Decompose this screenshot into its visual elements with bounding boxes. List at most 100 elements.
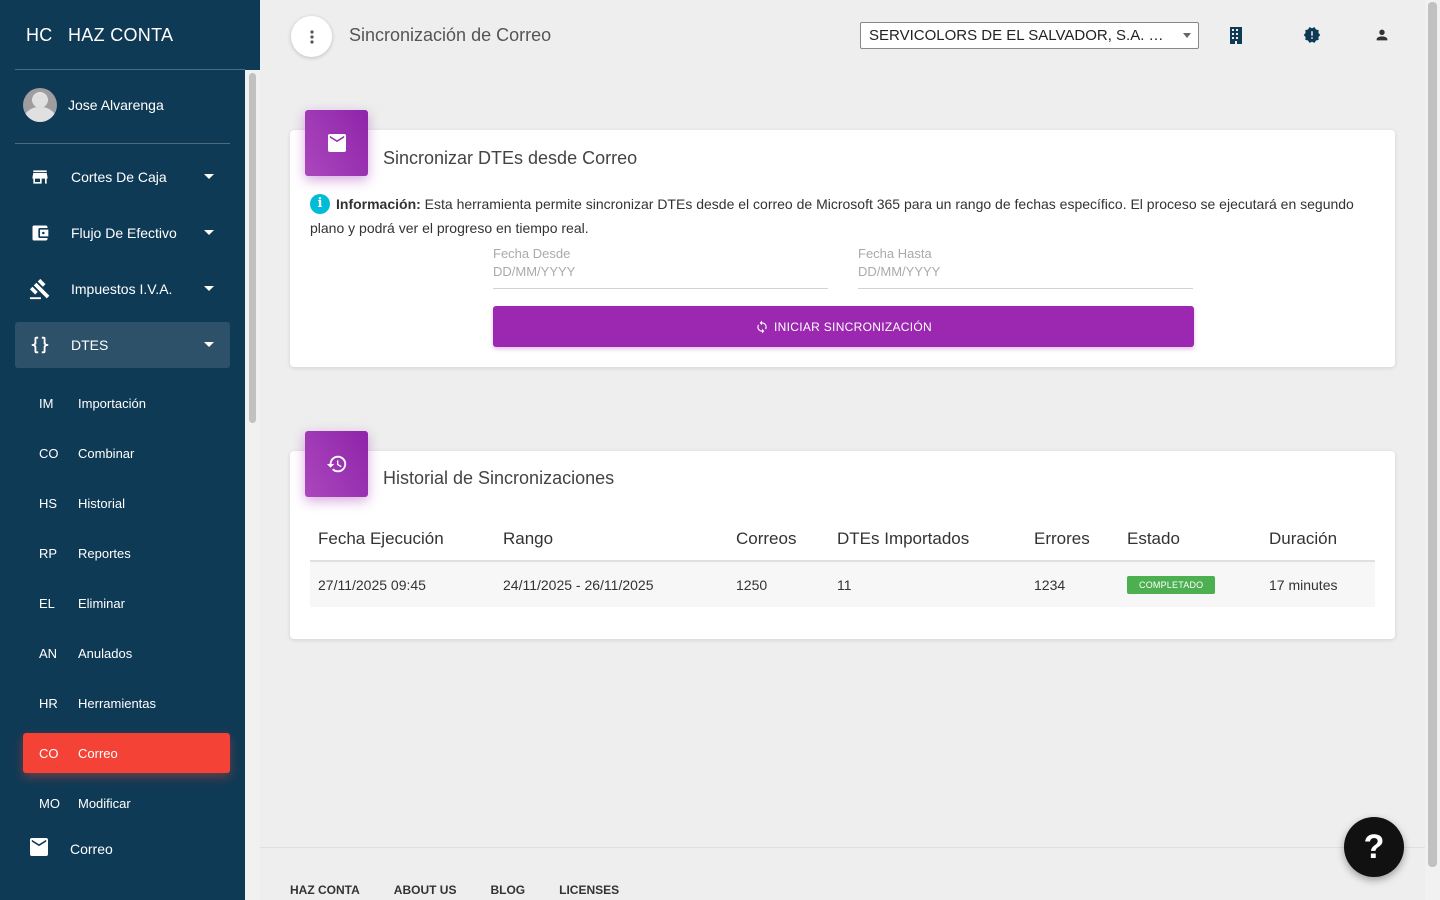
alert-icon[interactable]	[1301, 24, 1323, 46]
sidebar-item-impuestos-iva[interactable]: Impuestos I.V.A.	[15, 266, 230, 312]
user-profile[interactable]: Jose Alvarenga	[23, 88, 164, 122]
wallet-icon	[28, 221, 52, 245]
main-scrollbar-thumb[interactable]	[1428, 2, 1437, 867]
subitem-anulados[interactable]: AN Anulados	[23, 633, 230, 673]
history-table: Fecha Ejecución Rango Correos DTEs Impor…	[310, 517, 1375, 607]
start-sync-button[interactable]: INICIAR SINCRONIZACIÓN	[493, 306, 1194, 347]
card-title: Historial de Sincronizaciones	[383, 468, 615, 488]
column-header[interactable]: Correos	[728, 517, 829, 562]
cell-rango: 24/11/2025 - 26/11/2025	[495, 561, 728, 607]
subitem-reportes[interactable]: RP Reportes	[23, 533, 230, 573]
subitem-label: Anulados	[78, 645, 133, 661]
sync-icon	[755, 320, 769, 334]
footer-link-blog[interactable]: BLOG	[490, 883, 525, 897]
fecha-hasta-input[interactable]	[858, 264, 1193, 279]
subitem-combinar[interactable]: CO Combinar	[23, 433, 230, 473]
sidebar-item-correo[interactable]: Correo	[28, 838, 113, 859]
sidebar-item-cortes-de-caja[interactable]: Cortes De Caja	[15, 154, 230, 200]
card-header-icon	[305, 431, 368, 497]
subitem-abbr: CO	[39, 445, 59, 461]
footer-nav: HAZ CONTA ABOUT US BLOG LICENSES	[290, 883, 653, 897]
subitem-herramientas[interactable]: HR Herramientas	[23, 683, 230, 723]
fecha-desde-label: Fecha Desde	[493, 246, 571, 261]
sidebar-item-label: Impuestos I.V.A.	[71, 281, 173, 297]
more-options-button[interactable]	[291, 16, 332, 57]
code-braces-icon	[28, 333, 52, 357]
subitem-label: Historial	[78, 495, 125, 511]
company-select[interactable]: SERVICOLORS DE EL SALVADOR, S.A. DE C.V.	[860, 22, 1199, 49]
fecha-desde-input[interactable]	[493, 264, 828, 279]
sidebar-item-dtes[interactable]: DTES	[15, 322, 230, 368]
history-icon	[326, 455, 346, 473]
cell-fecha: 27/11/2025 09:45	[310, 561, 495, 607]
gavel-icon	[28, 277, 52, 301]
subitem-abbr: MO	[39, 795, 60, 811]
fecha-hasta-field: Fecha Hasta	[858, 246, 1193, 289]
more-vertical-icon	[309, 29, 314, 44]
fecha-desde-field: Fecha Desde	[493, 246, 828, 289]
sidebar: HC HAZ CONTA Jose Alvarenga Cortes De Ca…	[0, 0, 260, 900]
column-header[interactable]: Fecha Ejecución	[310, 517, 495, 562]
company-select-value: SERVICOLORS DE EL SALVADOR, S.A. DE C.V.	[869, 27, 1199, 44]
table-header-row: Fecha Ejecución Rango Correos DTEs Impor…	[310, 517, 1375, 562]
dropdown-arrow-icon	[1183, 33, 1191, 38]
subitem-abbr: EL	[39, 595, 55, 611]
building-icon[interactable]	[1225, 24, 1247, 46]
info-message: i Información: Esta herramienta permite s…	[310, 192, 1380, 240]
subitem-abbr: CO	[39, 745, 59, 761]
divider	[15, 143, 230, 144]
fecha-hasta-label: Fecha Hasta	[858, 246, 932, 261]
mail-icon	[327, 134, 346, 152]
subitem-abbr: RP	[39, 545, 58, 561]
brand-mini: HC	[26, 24, 53, 45]
avatar	[23, 88, 57, 122]
subitem-eliminar[interactable]: EL Eliminar	[23, 583, 230, 623]
footer-link-licenses[interactable]: LICENSES	[559, 883, 619, 897]
cell-errores: 1234	[1026, 561, 1119, 607]
mail-icon	[28, 838, 52, 859]
divider	[15, 69, 245, 70]
subitem-modificar[interactable]: MO Modificar	[23, 783, 230, 823]
card-header-icon	[305, 110, 368, 176]
info-text: Esta herramienta permite sincronizar DTE…	[310, 196, 1354, 236]
sidebar-item-label: Flujo De Efectivo	[71, 225, 177, 241]
table-row[interactable]: 27/11/2025 09:45 24/11/2025 - 26/11/2025…	[310, 561, 1375, 607]
user-name: Jose Alvarenga	[68, 97, 164, 113]
subitem-abbr: IM	[39, 395, 54, 411]
footer-link-about-us[interactable]: ABOUT US	[394, 883, 457, 897]
subitem-abbr: AN	[39, 645, 58, 661]
subitem-label: Importación	[78, 395, 146, 411]
column-header[interactable]: DTEs Importados	[829, 517, 1026, 562]
info-icon: i	[310, 194, 330, 214]
subitem-label: Modificar	[78, 795, 131, 811]
caret-down-icon	[204, 230, 214, 235]
subitem-label: Correo	[78, 745, 118, 761]
store-icon	[28, 165, 52, 189]
sidebar-item-label: DTES	[71, 337, 109, 353]
cell-duracion: 17 minutes	[1261, 561, 1375, 607]
subitem-abbr: HR	[39, 695, 58, 711]
subitem-label: Herramientas	[78, 695, 157, 711]
user-icon[interactable]	[1371, 24, 1393, 46]
subitem-historial[interactable]: HS Historial	[23, 483, 230, 523]
subitem-correo[interactable]: CO Correo	[23, 733, 230, 773]
sidebar-nav: Cortes De Caja Flujo De Efectivo Impuest…	[15, 154, 230, 378]
sidebar-item-flujo-de-efectivo[interactable]: Flujo De Efectivo	[15, 210, 230, 256]
sidebar-scrollbar-thumb[interactable]	[249, 73, 256, 423]
column-header[interactable]: Rango	[495, 517, 728, 562]
subitem-abbr: HS	[39, 495, 58, 511]
column-header[interactable]: Estado	[1119, 517, 1261, 562]
footer-link-haz-conta[interactable]: HAZ CONTA	[290, 883, 360, 897]
column-header[interactable]: Duración	[1261, 517, 1375, 562]
start-sync-label: INICIAR SINCRONIZACIÓN	[774, 319, 932, 334]
sync-card: Sincronizar DTEs desde Correo i Informaci…	[290, 110, 1395, 367]
sidebar-item-label: Cortes De Caja	[71, 169, 167, 185]
help-button[interactable]: ?	[1344, 817, 1404, 877]
subitem-label: Reportes	[78, 545, 131, 561]
column-header[interactable]: Errores	[1026, 517, 1119, 562]
cell-dtes: 11	[829, 561, 1026, 607]
sidebar-item-label: Correo	[70, 840, 113, 857]
brand[interactable]: HC HAZ CONTA	[0, 0, 260, 70]
subitem-importacion[interactable]: IM Importación	[23, 383, 230, 423]
caret-down-icon	[204, 174, 214, 179]
